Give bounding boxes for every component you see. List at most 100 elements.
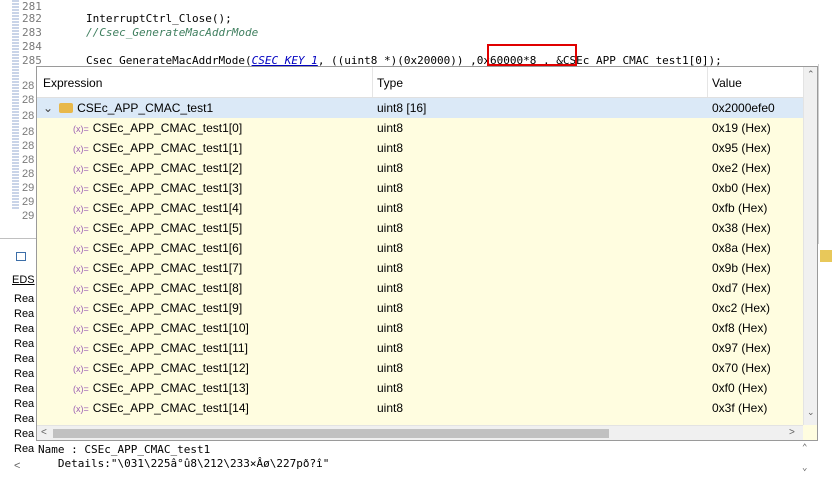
expression-row[interactable]: (x)= CSEc_APP_CMAC_test1[11] uint8 0x97 (He… <box>37 338 803 358</box>
line-number: 28 <box>22 154 35 166</box>
scroll-right-arrow[interactable]: > <box>789 427 795 438</box>
value-cell[interactable]: 0xc2 (Hex) <box>712 301 770 315</box>
line-number: 28 <box>22 140 35 152</box>
expression-label: CSEc_APP_CMAC_test1[1] <box>92 141 243 155</box>
line-number: 28 <box>22 80 35 92</box>
variable-icon: (x)= <box>73 204 89 214</box>
line-number: 29 <box>22 182 35 194</box>
expression-label: CSEc_APP_CMAC_test1[8] <box>92 281 243 295</box>
expression-row[interactable]: (x)= CSEc_APP_CMAC_test1[12] uint8 0x70 (He… <box>37 358 803 378</box>
horizontal-scrollbar[interactable]: < > <box>37 425 803 440</box>
expression-label: CSEc_APP_CMAC_test1[0] <box>92 121 243 135</box>
expression-row[interactable]: (x)= CSEc_APP_CMAC_test1[6] uint8 0x8a (Hex… <box>37 238 803 258</box>
detail-name-line: Name : CSEc_APP_CMAC_test1 <box>38 443 211 456</box>
expression-row[interactable]: (x)= CSEc_APP_CMAC_test1[4] uint8 0xfb (Hex… <box>37 198 803 218</box>
value-cell[interactable]: 0xd7 (Hex) <box>712 281 771 295</box>
expression-row[interactable]: (x)= CSEc_APP_CMAC_test1[8] uint8 0xd7 (Hex… <box>37 278 803 298</box>
type-cell: uint8 <box>377 261 404 275</box>
column-header-value[interactable]: Value <box>712 76 742 90</box>
type-cell: uint8 <box>377 181 404 195</box>
column-header-expression[interactable]: Expression <box>43 76 102 90</box>
type-cell: uint8 <box>377 361 404 375</box>
expression-cell: (x)= CSEc_APP_CMAC_test1[7] <box>73 261 242 275</box>
variable-icon: (x)= <box>73 364 89 374</box>
expression-label: CSEc_APP_CMAC_test1 <box>77 101 214 115</box>
column-divider[interactable] <box>372 67 373 97</box>
value-cell[interactable]: 0x38 (Hex) <box>712 221 771 235</box>
value-cell[interactable]: 0x3f (Hex) <box>712 401 767 415</box>
line-number: 28 <box>22 126 35 138</box>
scroll-up-arrow[interactable]: ⌃ <box>807 69 815 80</box>
variable-icon: (x)= <box>73 164 89 174</box>
expression-row[interactable]: (x)= CSEc_APP_CMAC_test1[7] uint8 0x9b (Hex… <box>37 258 803 278</box>
expression-row[interactable]: (x)= CSEc_APP_CMAC_test1[3] uint8 0xb0 (Hex… <box>37 178 803 198</box>
expression-label: CSEc_APP_CMAC_test1[12] <box>92 361 249 375</box>
expression-row[interactable]: (x)= CSEc_APP_CMAC_test1[13] uint8 0xf0 (He… <box>37 378 803 398</box>
value-cell[interactable]: 0xb0 (Hex) <box>712 181 771 195</box>
column-header-type[interactable]: Type <box>377 76 403 90</box>
value-cell[interactable]: 0xf8 (Hex) <box>712 321 767 335</box>
expression-row[interactable]: (x)= CSEc_APP_CMAC_test1[10] uint8 0xf8 (He… <box>37 318 803 338</box>
expression-label: CSEc_APP_CMAC_test1[13] <box>92 381 249 395</box>
scroll-down-arrow[interactable]: ⌄ <box>807 407 815 418</box>
scrollbar-thumb[interactable] <box>53 429 609 438</box>
expression-label: CSEc_APP_CMAC_test1[10] <box>92 321 249 335</box>
expression-row[interactable]: (x)= CSEc_APP_CMAC_test1[5] uint8 0x38 (Hex… <box>37 218 803 238</box>
variable-icon: (x)= <box>73 324 89 334</box>
expression-cell: (x)= CSEc_APP_CMAC_test1[1] <box>73 141 242 155</box>
expression-row[interactable]: (x)= CSEc_APP_CMAC_test1[1] uint8 0x95 (Hex… <box>37 138 803 158</box>
toolbar-icon[interactable] <box>820 250 832 262</box>
scroll-down-arrow[interactable]: ⌄ <box>802 463 807 473</box>
expression-label: CSEc_APP_CMAC_test1[3] <box>92 181 243 195</box>
code-line[interactable]: InterruptCtrl_Close(); <box>86 12 232 25</box>
expression-cell: (x)= CSEc_APP_CMAC_test1[0] <box>73 121 242 135</box>
column-divider[interactable] <box>707 67 708 97</box>
expression-row[interactable]: (x)= CSEc_APP_CMAC_test1[2] uint8 0xe2 (Hex… <box>37 158 803 178</box>
line-number: 28 <box>22 168 35 180</box>
expand-chevron-icon[interactable]: ⌄ <box>43 101 53 115</box>
expression-row-parent[interactable]: ⌄ CSEc_APP_CMAC_test1 uint8 [16] 0x2000efe0 <box>37 98 803 118</box>
scroll-up-arrow[interactable]: ⌃ <box>802 443 807 453</box>
scroll-left-arrow[interactable]: < <box>14 460 20 472</box>
details-pane: Name : CSEc_APP_CMAC_test1 Details:"\031… <box>36 441 818 481</box>
expression-cell: (x)= CSEc_APP_CMAC_test1[6] <box>73 241 242 255</box>
expression-row[interactable]: (x)= CSEc_APP_CMAC_test1[0] uint8 0x19 (Hex… <box>37 118 803 138</box>
vertical-scrollbar[interactable]: ⌃ ⌄ <box>803 67 817 425</box>
variable-icon: (x)= <box>73 284 89 294</box>
value-cell[interactable]: 0x70 (Hex) <box>712 361 771 375</box>
console-line: Rea <box>14 308 35 320</box>
code-comment[interactable]: //Csec_GenerateMacAddrMode <box>86 26 258 39</box>
red-highlight-box <box>487 44 577 66</box>
expression-cell: (x)= CSEc_APP_CMAC_test1[3] <box>73 181 242 195</box>
value-cell[interactable]: 0x9b (Hex) <box>712 261 771 275</box>
expression-hover-popup[interactable]: Expression Type Value ⌄ CSEc_APP_CMAC_tes… <box>36 66 818 441</box>
expression-label: CSEc_APP_CMAC_test1[11] <box>92 341 248 355</box>
value-cell[interactable]: 0xfb (Hex) <box>712 201 767 215</box>
expression-label: CSEc_APP_CMAC_test1[9] <box>92 301 243 315</box>
expression-label: CSEc_APP_CMAC_test1[4] <box>92 201 243 215</box>
value-cell[interactable]: 0xf0 (Hex) <box>712 381 767 395</box>
console-icon <box>16 252 26 261</box>
type-cell: uint8 <box>377 321 404 335</box>
value-cell[interactable]: 0x97 (Hex) <box>712 341 771 355</box>
tab-eds[interactable]: EDS <box>12 274 35 286</box>
value-cell[interactable]: 0x19 (Hex) <box>712 121 771 135</box>
expression-cell: (x)= CSEc_APP_CMAC_test1[4] <box>73 201 242 215</box>
expression-row[interactable]: (x)= CSEc_APP_CMAC_test1[14] uint8 0x3f (He… <box>37 398 803 418</box>
variable-icon: (x)= <box>73 144 89 154</box>
expression-row[interactable]: (x)= CSEc_APP_CMAC_test1[9] uint8 0xc2 (Hex… <box>37 298 803 318</box>
console-line: Rea <box>14 413 35 425</box>
type-cell: uint8 <box>377 241 404 255</box>
line-number: 29 <box>22 196 35 208</box>
expression-cell: (x)= CSEc_APP_CMAC_test1[2] <box>73 161 242 175</box>
variable-icon: (x)= <box>73 344 89 354</box>
line-number: 282 <box>22 12 42 25</box>
expression-label: CSEc_APP_CMAC_test1[6] <box>92 241 243 255</box>
variable-icon: (x)= <box>73 404 89 414</box>
value-cell[interactable]: 0xe2 (Hex) <box>712 161 771 175</box>
value-cell[interactable]: 0x95 (Hex) <box>712 141 771 155</box>
scroll-left-arrow[interactable]: < <box>41 427 47 438</box>
value-cell[interactable]: 0x8a (Hex) <box>712 241 771 255</box>
detail-value-line: Details:"\031\225â°û8\212\233×Âø\227pð?î… <box>38 457 330 470</box>
value-cell[interactable]: 0x2000efe0 <box>712 101 775 115</box>
